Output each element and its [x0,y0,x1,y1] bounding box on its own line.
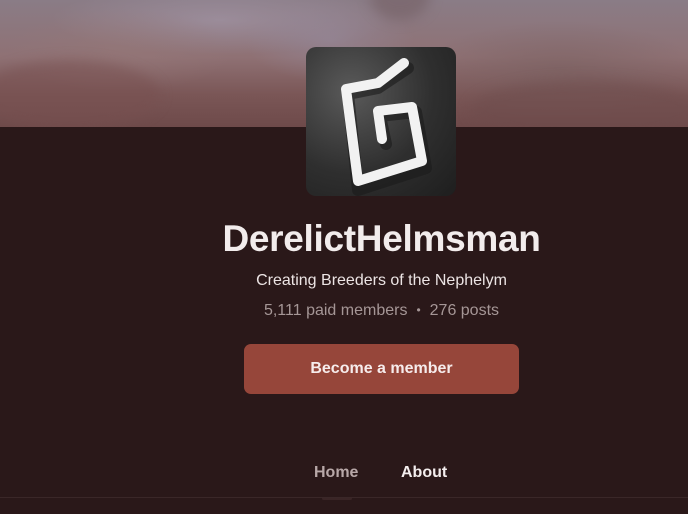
tab-bar: Home About [0,464,688,514]
become-member-button[interactable]: Become a member [244,344,519,394]
divider [0,497,688,498]
stats-separator: • [416,303,421,317]
creator-name: DerelictHelmsman [222,218,541,259]
posts-count: 276 posts [429,302,500,319]
creator-avatar[interactable] [306,47,456,196]
creator-tagline: Creating Breeders of the Nephelym [256,272,507,289]
tab-about[interactable]: About [401,464,447,482]
creator-stats: 5,111 paid members • 276 posts [0,302,688,320]
tab-home[interactable]: Home [314,464,358,482]
stylized-g-logo-icon [341,58,432,196]
paid-members-count: 5,111 paid members [263,302,408,319]
